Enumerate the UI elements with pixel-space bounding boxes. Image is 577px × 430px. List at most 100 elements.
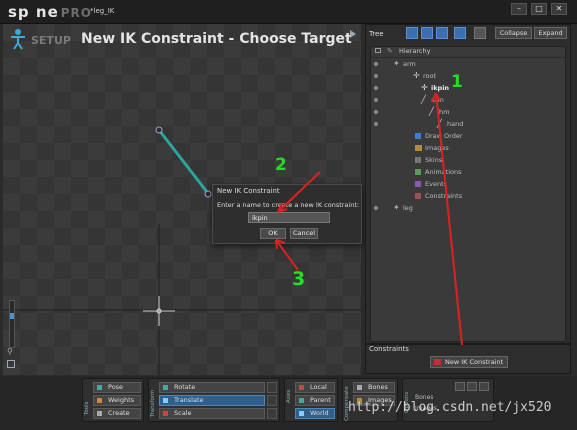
new-ik-constraint-button[interactable]: New IK Constraint — [430, 356, 508, 368]
visibility-dot[interactable] — [374, 98, 378, 102]
translate-icon — [163, 398, 168, 403]
create-tool-button[interactable]: Create — [93, 408, 141, 419]
tree-row-root[interactable]: ✛ root — [371, 70, 565, 82]
visibility-dot[interactable] — [374, 206, 378, 210]
rotate-label: Rotate — [174, 383, 196, 391]
rotate-button[interactable]: Rotate — [159, 382, 265, 393]
visibility-dot[interactable] — [374, 122, 378, 126]
visibility-dot[interactable] — [374, 74, 378, 78]
tree-label-skins: Skins — [425, 156, 443, 164]
weights-label: Weights — [108, 396, 135, 404]
cancel-button[interactable]: Cancel — [290, 228, 318, 239]
parent-icon — [299, 398, 304, 403]
rotate-options-icon[interactable] — [267, 382, 277, 393]
rotate-icon — [163, 385, 168, 390]
option-toggle-1[interactable] — [455, 382, 465, 391]
bone-icon: ╱ — [429, 107, 434, 116]
constraint-name-input[interactable] — [248, 212, 330, 223]
tree-row-constraints[interactable]: Constraints — [371, 190, 565, 202]
new-ik-constraint-dialog: New IK Constraint Enter a name to create… — [212, 184, 362, 244]
tree-label-events: Events — [425, 180, 448, 188]
expand-button[interactable]: Expand — [534, 27, 567, 39]
logo-text: sp ne — [8, 3, 59, 21]
create-icon — [97, 411, 102, 416]
world-label: World — [310, 409, 329, 417]
constraints-icon — [415, 193, 421, 199]
create-label: Create — [108, 409, 130, 417]
tree-row-arm-bone[interactable]: ╱ arm — [371, 94, 565, 106]
dialog-title: New IK Constraint — [217, 187, 280, 195]
translate-button[interactable]: Translate — [159, 395, 265, 406]
show-slots-icon[interactable] — [436, 27, 448, 39]
option-toggle-2[interactable] — [467, 382, 477, 391]
translate-options-icon[interactable] — [267, 395, 277, 406]
draw-order-icon — [415, 133, 421, 139]
key-header-icon: ✎ — [387, 47, 393, 55]
file-title: *leg_IK — [90, 7, 115, 15]
translate-label: Translate — [174, 396, 204, 404]
scale-icon — [163, 411, 168, 416]
new-ik-constraint-label: New IK Constraint — [445, 358, 504, 366]
events-icon — [415, 181, 421, 187]
axes-world-button[interactable]: World — [295, 408, 335, 419]
tree-row-events[interactable]: Events — [371, 178, 565, 190]
visibility-dot[interactable] — [374, 110, 378, 114]
axes-parent-button[interactable]: Parent — [295, 395, 335, 406]
tree-row-ikpin[interactable]: ✛ ikpin — [371, 82, 565, 94]
tree-label-animations: Animations — [425, 168, 462, 176]
axes-local-button[interactable]: Local — [295, 382, 335, 393]
skeleton-icon: ✦ — [393, 59, 400, 68]
tree-row-leg[interactable]: ✦ leg — [371, 202, 565, 214]
option-toggle-3[interactable] — [479, 382, 489, 391]
world-icon — [299, 411, 304, 416]
tree-row-hm[interactable]: ╱ hm — [371, 106, 565, 118]
tree-label-hm: hm — [439, 108, 450, 116]
app-logo: sp ne PRO — [8, 3, 92, 21]
tree-hierarchy: ✎ Hierarchy ✦ arm ✛ root ✛ ikpin ╱ arm ╱… — [370, 46, 566, 342]
tree-row-skins[interactable]: Skins — [371, 154, 565, 166]
close-button[interactable]: ✕ — [551, 3, 567, 15]
arm-bone — [157, 129, 209, 193]
bone-icon: ✛ — [413, 71, 420, 80]
visibility-dot[interactable] — [374, 86, 378, 90]
scale-options-icon[interactable] — [267, 408, 277, 419]
tree-row-hand[interactable]: ╱ hand — [371, 118, 565, 130]
transform-group: Transform Rotate Translate Scale — [148, 378, 280, 422]
visibility-dot[interactable] — [374, 62, 378, 66]
watermark: http://blog.csdn.net/jx520 — [348, 400, 552, 415]
eye-header-icon — [375, 48, 381, 53]
annotation-number-2: 2 — [275, 155, 287, 175]
collapse-button[interactable]: Collapse — [495, 27, 532, 39]
tree-panel: Tree Collapse Expand ✎ Hierarchy ✦ arm ✛… — [365, 24, 571, 344]
tree-row-draw-order[interactable]: Draw Order — [371, 130, 565, 142]
tree-row-arm[interactable]: ✦ arm — [371, 58, 565, 70]
show-bones-icon[interactable] — [406, 27, 418, 39]
animations-icon — [415, 169, 421, 175]
title-bar: sp ne PRO *leg_IK – □ ✕ — [0, 0, 577, 24]
pose-tool-button[interactable]: Pose — [93, 382, 141, 393]
parent-label: Parent — [310, 396, 331, 404]
tree-title: Tree — [369, 30, 384, 38]
filter-icon[interactable] — [474, 27, 486, 39]
tools-group: Tools Pose Weights Create — [82, 378, 144, 422]
scale-button[interactable]: Scale — [159, 408, 265, 419]
annotation-number-3: 3 — [292, 268, 306, 290]
show-attachments-icon[interactable] — [454, 27, 466, 39]
maximize-button[interactable]: □ — [531, 3, 547, 15]
tree-label-leg: leg — [403, 204, 413, 212]
zoom-slider[interactable] — [9, 300, 15, 348]
bones-icon — [357, 385, 362, 390]
fit-view-icon[interactable] — [7, 360, 15, 368]
transform-group-label: Transform — [150, 389, 156, 417]
weights-tool-button[interactable]: Weights — [93, 395, 141, 406]
annotation-number-1: 1 — [451, 72, 463, 92]
zoom-icon[interactable]: ⚲ — [7, 347, 13, 356]
zoom-slider-thumb[interactable] — [10, 313, 14, 319]
pose-icon — [97, 385, 102, 390]
show-images-icon[interactable] — [421, 27, 433, 39]
compensate-bones-button[interactable]: Bones — [353, 382, 395, 393]
minimize-button[interactable]: – — [511, 3, 527, 15]
tree-row-images[interactable]: Images — [371, 142, 565, 154]
tree-row-animations[interactable]: Animations — [371, 166, 565, 178]
ok-button[interactable]: OK — [260, 228, 286, 239]
